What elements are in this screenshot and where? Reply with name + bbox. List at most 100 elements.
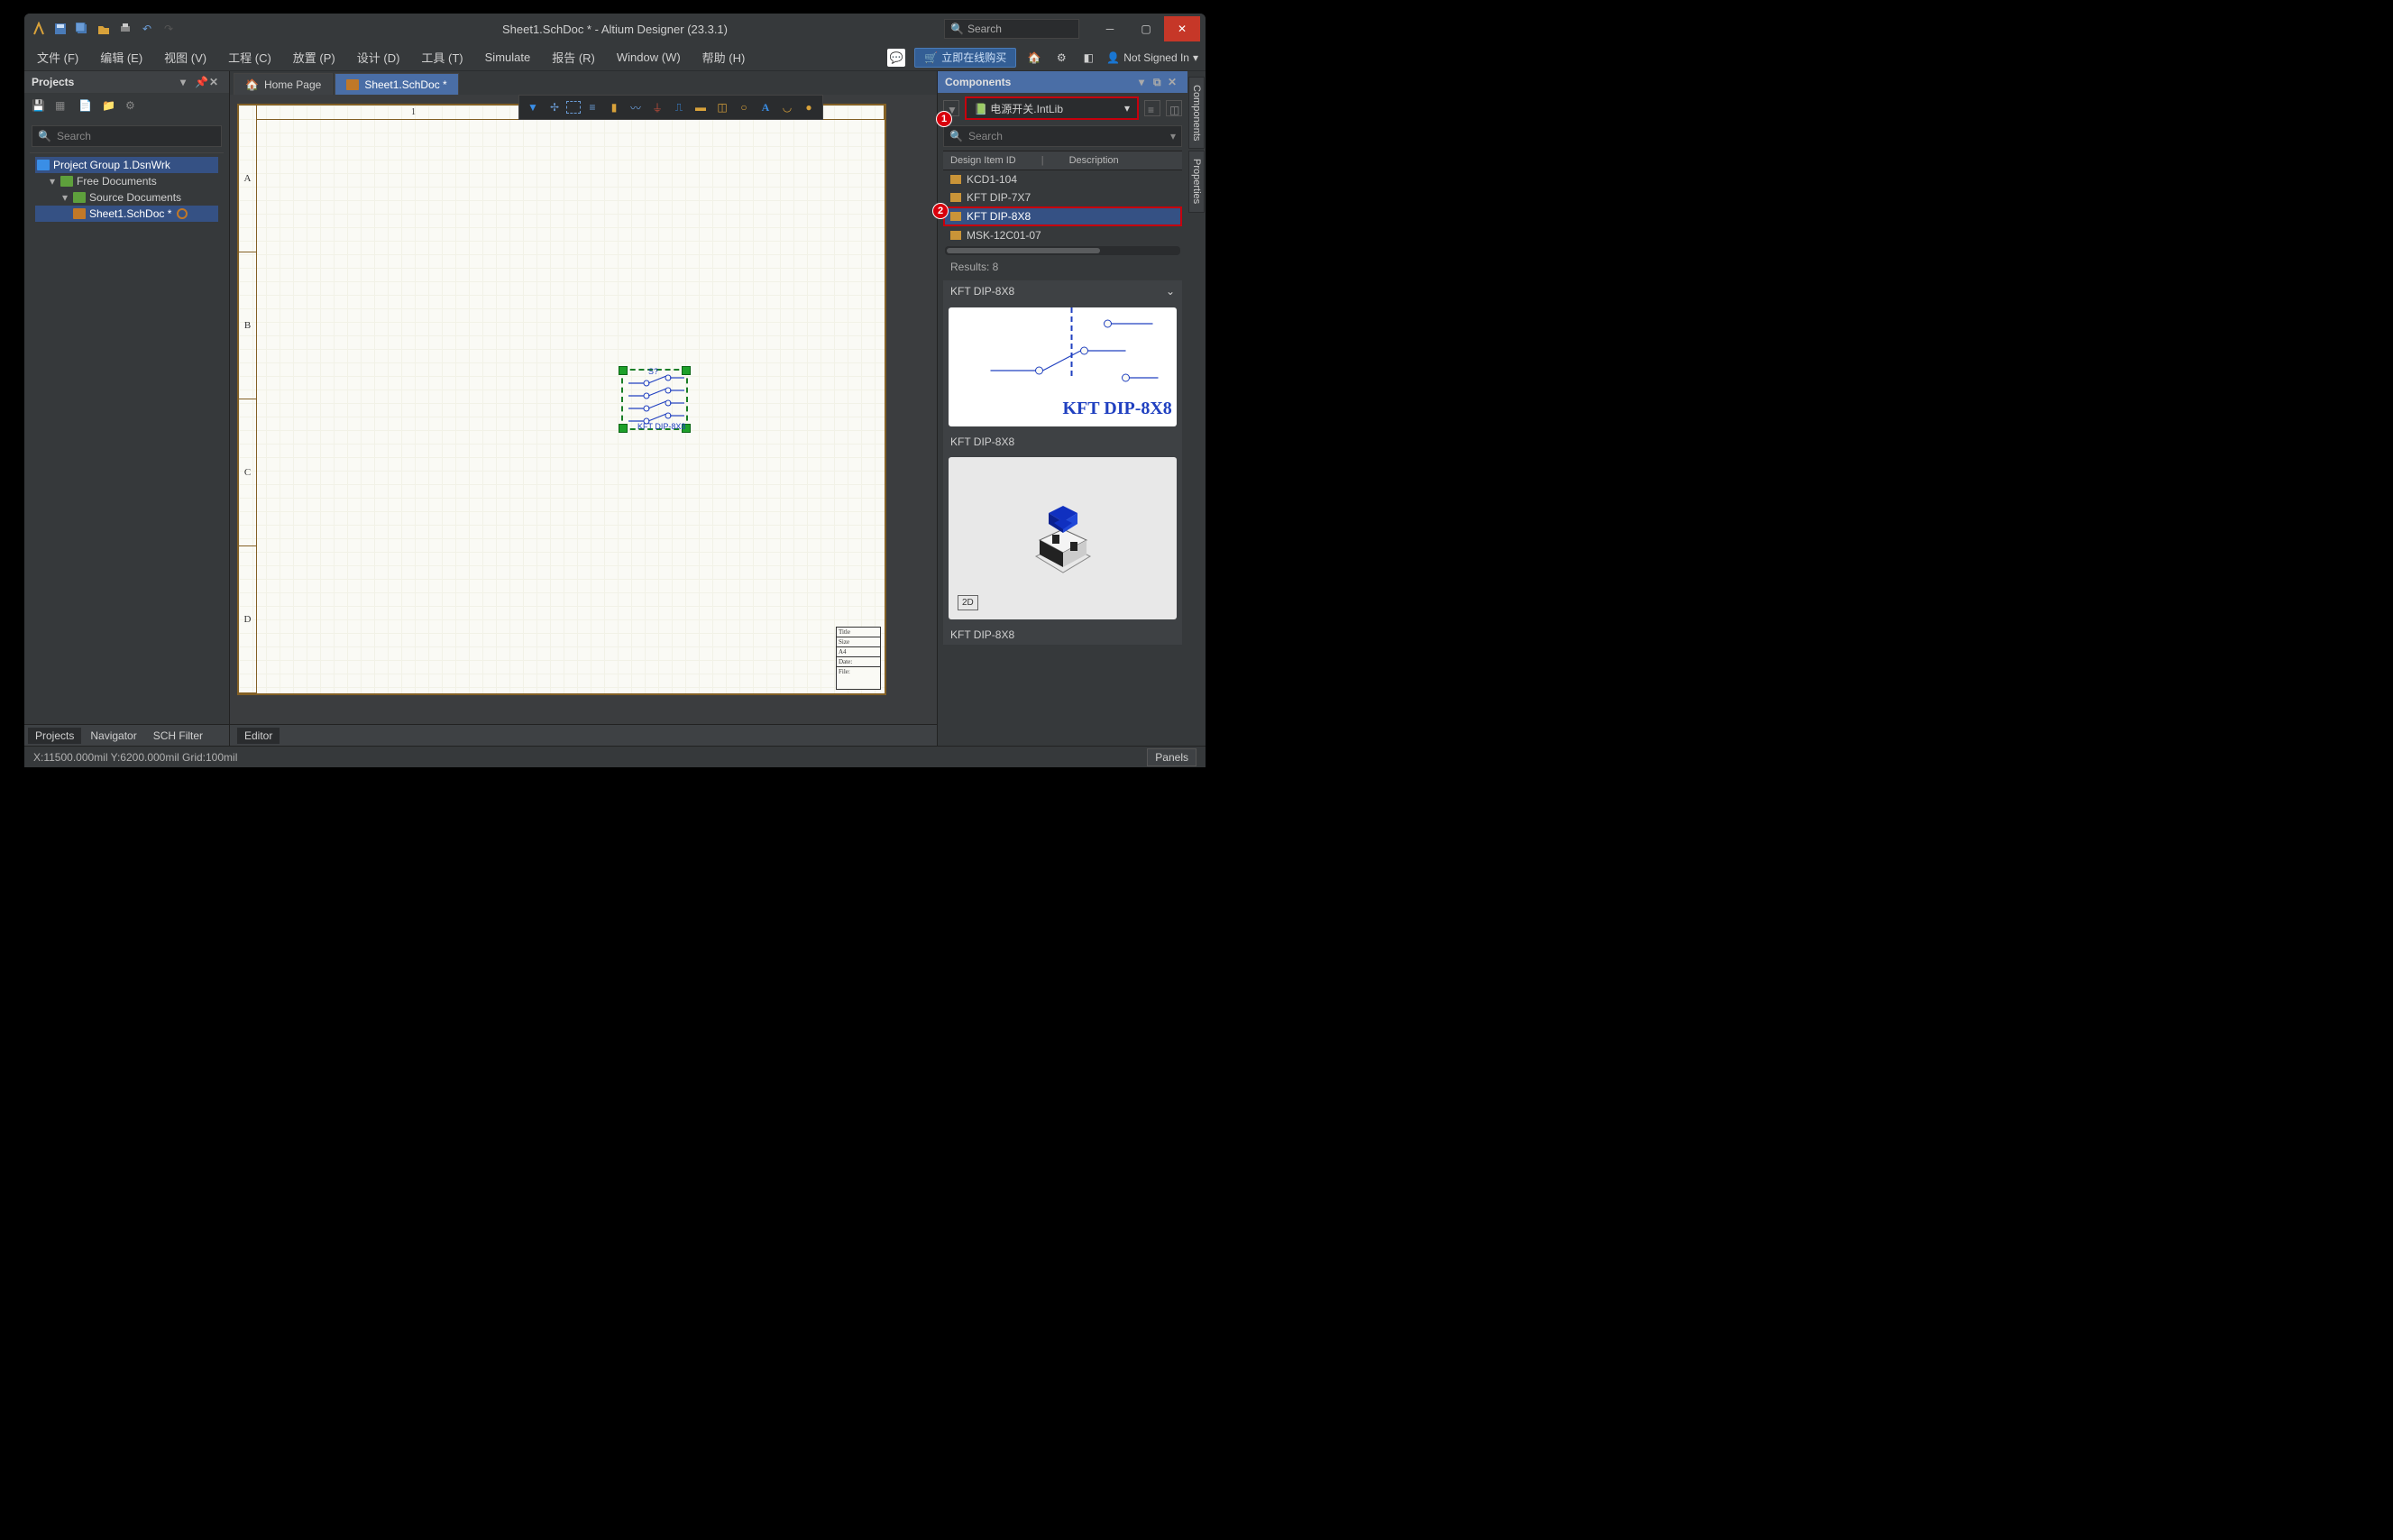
callout-1: 1 bbox=[936, 111, 952, 127]
panel-menu-icon[interactable]: ▾ bbox=[180, 76, 193, 88]
menu-file[interactable]: 文件 (F) bbox=[32, 47, 84, 68]
tab-projects[interactable]: Projects bbox=[28, 728, 81, 744]
vtab-components[interactable]: Components bbox=[1188, 77, 1205, 149]
open-icon[interactable] bbox=[95, 20, 113, 38]
filter-icon[interactable]: ▼ bbox=[523, 97, 543, 117]
extensions-icon[interactable]: ◧ bbox=[1079, 49, 1097, 67]
folder-icon bbox=[60, 176, 73, 187]
panel-menu-icon[interactable]: ▾ bbox=[1139, 76, 1151, 88]
projects-search[interactable]: 🔍 Search bbox=[32, 125, 222, 147]
library-select[interactable]: 📗 电源开关.IntLib ▾ bbox=[965, 96, 1139, 120]
col-description[interactable]: Description bbox=[1069, 155, 1119, 166]
row-b: B bbox=[239, 252, 256, 399]
tb-file: File: bbox=[837, 667, 880, 676]
power-icon[interactable]: ⎍ bbox=[669, 97, 689, 117]
component-row[interactable]: KCD1-104 bbox=[943, 170, 1182, 188]
junction-icon[interactable]: ○ bbox=[734, 97, 754, 117]
menu-place[interactable]: 放置 (P) bbox=[288, 47, 341, 68]
panel-close-icon[interactable]: ✕ bbox=[1168, 76, 1180, 88]
menu-help[interactable]: 帮助 (H) bbox=[697, 47, 751, 68]
cursor-coords: X:11500.000mil Y:6200.000mil Grid:100mil bbox=[33, 751, 237, 764]
preview-label-2: KFT DIP-8X8 bbox=[943, 625, 1182, 645]
maximize-button[interactable]: ▢ bbox=[1128, 16, 1164, 41]
text-icon[interactable]: A bbox=[756, 97, 775, 117]
notify-icon[interactable]: 💬 bbox=[887, 49, 905, 67]
components-search[interactable]: 🔍 Search ▾ bbox=[943, 125, 1182, 147]
menu-edit[interactable]: 编辑 (E) bbox=[95, 47, 148, 68]
menu-window[interactable]: Window (W) bbox=[611, 49, 686, 66]
wire-icon[interactable]: 〰 bbox=[626, 97, 646, 117]
component-name: KFT DIP-7X7 bbox=[967, 191, 1031, 204]
tree-free-documents[interactable]: ▾ Free Documents bbox=[35, 173, 218, 189]
schematic-canvas[interactable]: 1 A B C D S? bbox=[230, 95, 937, 724]
select-icon[interactable] bbox=[566, 101, 581, 114]
save-all-icon[interactable] bbox=[73, 20, 91, 38]
save-project-icon[interactable]: 💾 bbox=[32, 99, 48, 115]
part-icon[interactable]: ▮ bbox=[604, 97, 624, 117]
collapse-icon[interactable]: ⌄ bbox=[1166, 285, 1175, 298]
preview-header[interactable]: KFT DIP-8X8 ⌄ bbox=[943, 280, 1182, 302]
global-search[interactable]: 🔍 Search bbox=[944, 19, 1079, 39]
home-icon[interactable]: 🏠 bbox=[1025, 49, 1043, 67]
components-columns: Design Item ID | Description bbox=[943, 151, 1182, 170]
view-mode-badge[interactable]: 2D bbox=[958, 595, 978, 610]
menu-project[interactable]: 工程 (C) bbox=[223, 47, 277, 68]
free-docs-label: Free Documents bbox=[77, 175, 157, 188]
component-row[interactable]: MSK-12C01-07 bbox=[943, 226, 1182, 244]
component-name: KFT DIP-8X8 bbox=[637, 422, 685, 431]
arc-icon[interactable]: ◡ bbox=[777, 97, 797, 117]
menu-reports[interactable]: 报告 (R) bbox=[546, 47, 601, 68]
tree-source-documents[interactable]: ▾ Source Documents bbox=[35, 189, 218, 206]
projects-tree: Project Group 1.DsnWrk ▾ Free Documents … bbox=[30, 152, 224, 722]
buy-online-button[interactable]: 🛒 立即在线购买 bbox=[914, 48, 1016, 68]
grid-view-icon[interactable]: ◫ bbox=[1166, 100, 1182, 116]
undo-icon[interactable]: ↶ bbox=[138, 20, 156, 38]
projects-search-placeholder: Search bbox=[57, 130, 91, 142]
component-row[interactable]: KFT DIP-7X7 bbox=[943, 188, 1182, 206]
editor-area: 🏠 Home Page Sheet1.SchDoc * 1 A B C D bbox=[230, 71, 937, 746]
signin-status[interactable]: 👤 Not Signed In ▾ bbox=[1106, 51, 1198, 64]
component-row-selected[interactable]: KFT DIP-8X8 bbox=[943, 206, 1182, 226]
schematic-toolbar: ▼ ✢ ≡ ▮ 〰 ⏚ ⎍ ▬ ◫ ○ A ◡ ● bbox=[518, 95, 823, 120]
open-folder-icon[interactable]: 📁 bbox=[102, 99, 118, 115]
tab-editor[interactable]: Editor bbox=[237, 728, 280, 744]
component-preview: KFT DIP-8X8 ⌄ KFT DIP-8X8 KFT DIP-8X8 bbox=[943, 280, 1182, 645]
tab-navigator[interactable]: Navigator bbox=[83, 728, 143, 744]
menu-simulate[interactable]: Simulate bbox=[480, 49, 536, 66]
project-group-label: Project Group 1.DsnWrk bbox=[53, 159, 170, 171]
popout-icon[interactable]: ⧉ bbox=[1153, 76, 1166, 88]
tree-project-group[interactable]: Project Group 1.DsnWrk bbox=[35, 157, 218, 173]
add-file-icon[interactable]: 📄 bbox=[78, 99, 95, 115]
pin-icon[interactable]: 📌 bbox=[195, 76, 207, 88]
close-button[interactable]: ✕ bbox=[1164, 16, 1200, 41]
col-design-item-id[interactable]: Design Item ID bbox=[950, 155, 1016, 166]
minimize-button[interactable]: ─ bbox=[1092, 16, 1128, 41]
align-icon[interactable]: ≡ bbox=[582, 97, 602, 117]
bus-icon[interactable]: ▬ bbox=[691, 97, 711, 117]
print-icon[interactable] bbox=[116, 20, 134, 38]
components-hscroll[interactable] bbox=[945, 246, 1180, 255]
net-icon[interactable]: ◫ bbox=[712, 97, 732, 117]
panels-button[interactable]: Panels bbox=[1147, 748, 1196, 766]
tab-home-page[interactable]: 🏠 Home Page bbox=[234, 73, 333, 95]
projects-title: Projects bbox=[32, 76, 74, 88]
placed-component[interactable]: S? KFT DIP-8X8 bbox=[621, 369, 688, 430]
tab-sch-filter[interactable]: SCH Filter bbox=[146, 728, 210, 744]
vtab-properties[interactable]: Properties bbox=[1188, 151, 1205, 212]
list-view-icon[interactable]: ≡ bbox=[1144, 100, 1160, 116]
save-icon[interactable] bbox=[51, 20, 69, 38]
menu-view[interactable]: 视图 (V) bbox=[159, 47, 212, 68]
gnd-icon[interactable]: ⏚ bbox=[647, 97, 667, 117]
more-icon[interactable]: ● bbox=[799, 97, 819, 117]
compile-icon[interactable]: ▦ bbox=[55, 99, 71, 115]
tab-sheet1[interactable]: Sheet1.SchDoc * bbox=[335, 73, 458, 95]
gear-icon[interactable]: ⚙ bbox=[125, 99, 142, 115]
menu-tools[interactable]: 工具 (T) bbox=[416, 47, 468, 68]
move-icon[interactable]: ✢ bbox=[545, 97, 564, 117]
redo-icon[interactable]: ↷ bbox=[160, 20, 178, 38]
panel-close-icon[interactable]: ✕ bbox=[209, 76, 222, 88]
settings-icon[interactable]: ⚙ bbox=[1052, 49, 1070, 67]
caret-icon: ▾ bbox=[60, 191, 69, 204]
tree-sheet1[interactable]: Sheet1.SchDoc * bbox=[35, 206, 218, 222]
menu-design[interactable]: 设计 (D) bbox=[352, 47, 406, 68]
